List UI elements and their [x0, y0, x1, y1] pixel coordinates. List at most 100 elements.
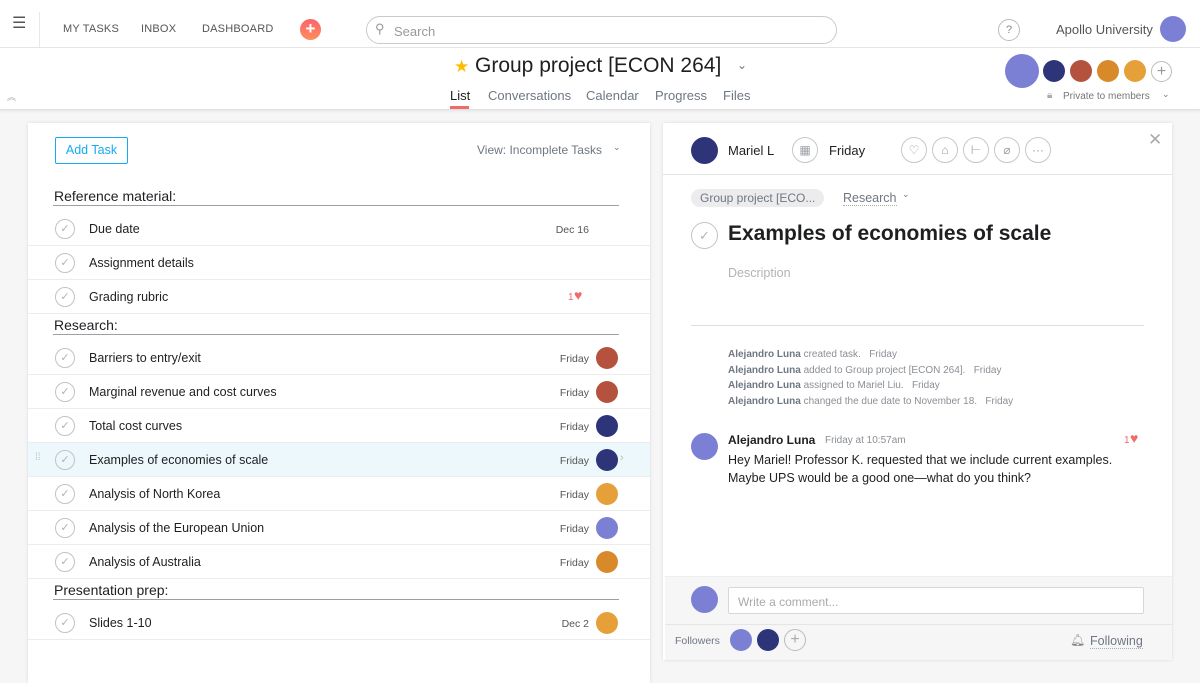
quick-add-button[interactable]: + [300, 19, 321, 40]
task-name[interactable]: Total cost curves [89, 419, 182, 433]
calendar-icon[interactable]: ▦ [792, 137, 818, 163]
privacy-setting[interactable]: Private to members [1063, 91, 1150, 102]
task-row[interactable]: ✓ Slides 1-10 Dec 2 [28, 606, 650, 640]
task-row[interactable]: ✓ Total cost curves Friday [28, 409, 650, 443]
assignee-avatar[interactable] [596, 381, 618, 403]
task-checkbox[interactable]: ✓ [55, 348, 75, 368]
assignee-name[interactable]: Mariel L [728, 143, 774, 158]
task-name[interactable]: Analysis of the European Union [89, 521, 264, 535]
assignee-avatar[interactable] [596, 517, 618, 539]
activity-actor[interactable]: Alejandro Luna [728, 365, 801, 376]
section-header[interactable]: Presentation prep: [54, 582, 168, 598]
task-name[interactable]: Barriers to entry/exit [89, 351, 201, 365]
task-title[interactable]: Examples of economies of scale [728, 222, 1051, 246]
task-name[interactable]: Grading rubric [89, 290, 168, 304]
tab-calendar[interactable]: Calendar [586, 88, 639, 103]
tag-button[interactable]: ⌂ [932, 137, 958, 163]
menu-icon[interactable]: ☰ [12, 16, 26, 32]
task-row[interactable]: ⁞⁞ › ✓ Examples of economies of scale Friday [28, 443, 650, 477]
assignee-avatar[interactable] [691, 137, 718, 164]
task-row[interactable]: ✓ Due date Dec 16 [28, 212, 650, 246]
task-row[interactable]: ✓ Barriers to entry/exit Friday [28, 341, 650, 375]
member-avatar[interactable] [1070, 60, 1092, 82]
assignee-avatar[interactable] [596, 415, 618, 437]
add-follower-button[interactable]: + [784, 629, 806, 651]
section-selector[interactable]: Research [843, 191, 897, 206]
member-avatar[interactable] [1043, 60, 1065, 82]
task-row[interactable]: ✓ Analysis of North Korea Friday [28, 477, 650, 511]
activity-actor[interactable]: Alejandro Luna [728, 396, 801, 407]
heart-icon[interactable]: ♥ [1130, 430, 1138, 446]
task-checkbox[interactable]: ✓ [55, 484, 75, 504]
task-row[interactable]: ✓ Analysis of the European Union Friday [28, 511, 650, 545]
task-name[interactable]: Analysis of North Korea [89, 487, 220, 501]
due-date[interactable]: Friday [829, 143, 865, 158]
task-checkbox[interactable]: ✓ [55, 219, 75, 239]
follower-avatar[interactable] [757, 629, 779, 651]
tab-files[interactable]: Files [723, 88, 750, 103]
add-member-button[interactable]: + [1151, 61, 1172, 82]
collapse-icon[interactable]: ︽ [7, 90, 16, 103]
description-field[interactable]: Description [728, 266, 791, 280]
task-name[interactable]: Analysis of Australia [89, 555, 201, 569]
member-avatar[interactable] [1097, 60, 1119, 82]
project-title[interactable]: Group project [ECON 264] [475, 54, 721, 78]
nav-dashboard[interactable]: DASHBOARD [202, 23, 273, 35]
chevron-down-icon[interactable]: ⌄ [902, 189, 910, 200]
task-checkbox[interactable]: ✓ [55, 450, 75, 470]
task-name[interactable]: Examples of economies of scale [89, 453, 268, 467]
follower-avatar[interactable] [730, 629, 752, 651]
help-button[interactable]: ? [998, 19, 1020, 41]
task-row[interactable]: ✓ Analysis of Australia Friday [28, 545, 650, 579]
attachment-button[interactable]: ⌀ [994, 137, 1020, 163]
more-button[interactable]: ··· [1025, 137, 1051, 163]
activity-actor[interactable]: Alejandro Luna [728, 380, 801, 391]
heart-icon[interactable]: ♥ [574, 287, 582, 303]
activity-actor[interactable]: Alejandro Luna [728, 349, 801, 360]
task-name[interactable]: Slides 1-10 [89, 616, 152, 630]
star-icon[interactable]: ★ [454, 57, 469, 77]
task-checkbox[interactable]: ✓ [55, 253, 75, 273]
subtask-button[interactable]: ⊢ [963, 137, 989, 163]
tab-list[interactable]: List [450, 88, 470, 103]
section-header[interactable]: Reference material: [54, 188, 176, 204]
task-name[interactable]: Assignment details [89, 256, 194, 270]
view-filter[interactable]: View: Incomplete Tasks [477, 143, 602, 157]
project-tag[interactable]: Group project [ECO... [691, 189, 825, 207]
chevron-down-icon[interactable]: ⌄ [1162, 89, 1170, 100]
add-task-button[interactable]: Add Task [55, 137, 128, 164]
chevron-down-icon[interactable]: ⌄ [613, 142, 621, 153]
task-checkbox[interactable]: ✓ [55, 518, 75, 538]
assignee-avatar[interactable] [596, 483, 618, 505]
search-input[interactable]: ⚲ Search [366, 16, 837, 44]
org-name[interactable]: Apollo University [1056, 22, 1153, 37]
task-row[interactable]: ✓ Marginal revenue and cost curves Friday [28, 375, 650, 409]
complete-task-checkbox[interactable]: ✓ [691, 222, 718, 249]
close-icon[interactable]: ✕ [1148, 130, 1162, 150]
following-toggle[interactable]: Following [1090, 634, 1143, 649]
comment-input[interactable]: Write a comment... [728, 587, 1144, 614]
task-row[interactable]: ✓ Assignment details [28, 246, 650, 280]
task-checkbox[interactable]: ✓ [55, 382, 75, 402]
member-avatar[interactable] [1005, 54, 1039, 88]
drag-handle[interactable]: ⁞⁞ [35, 452, 41, 463]
member-avatar[interactable] [1124, 60, 1146, 82]
task-checkbox[interactable]: ✓ [55, 552, 75, 572]
task-row[interactable]: ✓ Grading rubric 1 ♥ [28, 280, 650, 314]
assignee-avatar[interactable] [596, 347, 618, 369]
nav-my-tasks[interactable]: MY TASKS [63, 23, 119, 35]
section-header[interactable]: Research: [54, 317, 118, 333]
comment-author[interactable]: Alejandro Luna [728, 433, 815, 447]
assignee-avatar[interactable] [596, 612, 618, 634]
assignee-avatar[interactable] [596, 449, 618, 471]
user-avatar[interactable] [1160, 16, 1186, 42]
task-checkbox[interactable]: ✓ [55, 287, 75, 307]
like-button[interactable]: ♡ [901, 137, 927, 163]
chevron-down-icon[interactable]: ⌄ [737, 58, 747, 72]
chevron-right-icon[interactable]: › [620, 452, 624, 464]
task-checkbox[interactable]: ✓ [55, 416, 75, 436]
task-checkbox[interactable]: ✓ [55, 613, 75, 633]
task-name[interactable]: Marginal revenue and cost curves [89, 385, 277, 399]
tab-conversations[interactable]: Conversations [488, 88, 571, 103]
assignee-avatar[interactable] [596, 551, 618, 573]
